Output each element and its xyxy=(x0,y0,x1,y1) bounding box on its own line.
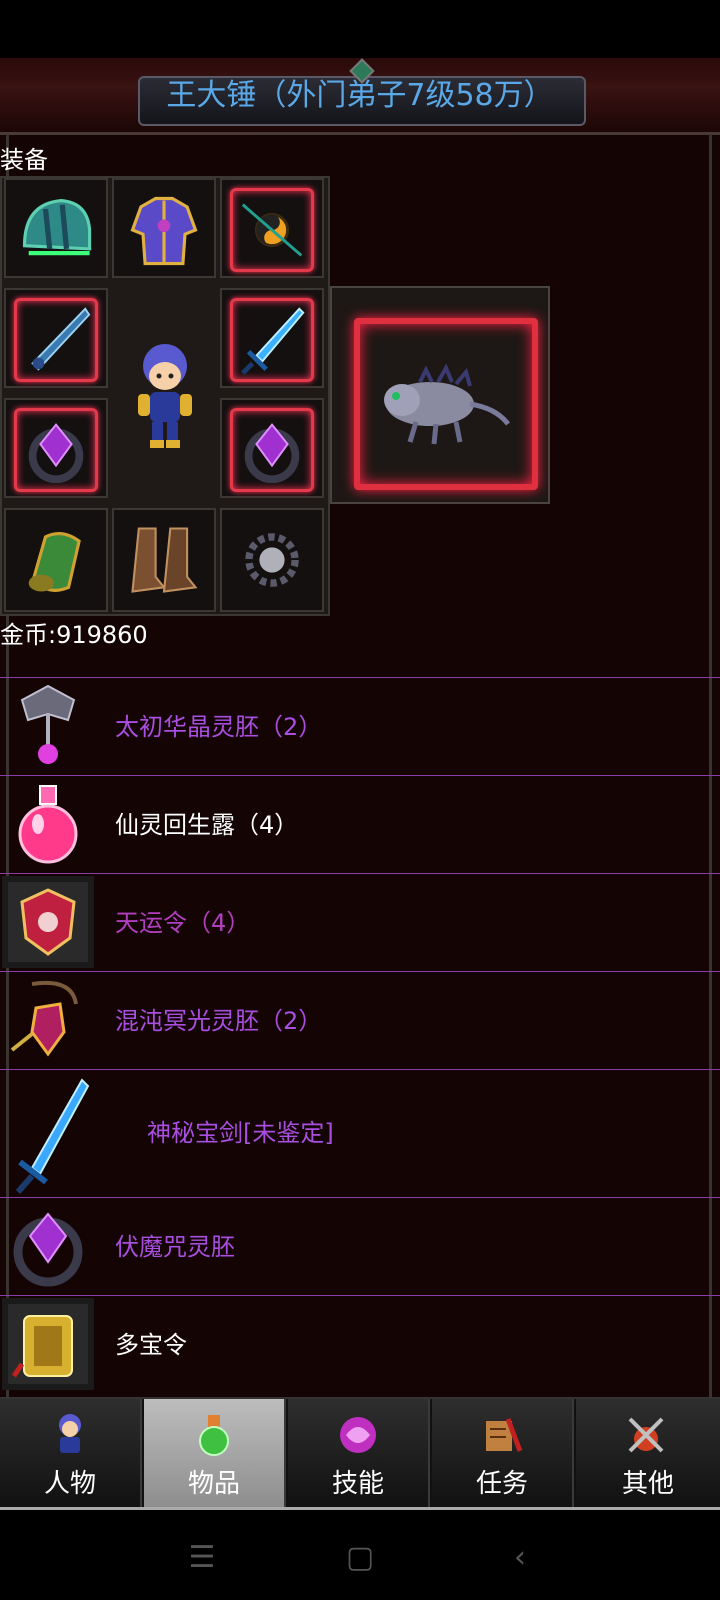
magic-swirl-icon xyxy=(340,1417,376,1453)
list-item[interactable]: 仙灵回生露（4） xyxy=(0,775,720,873)
list-item[interactable]: 太初华晶灵胚（2） xyxy=(0,677,720,775)
item-icon-frame xyxy=(2,876,94,968)
item-name: 太初华晶灵胚（2） xyxy=(115,713,323,741)
tab-quests[interactable]: 任务 xyxy=(432,1399,574,1507)
tab-label: 人物 xyxy=(43,1469,96,1499)
menu-icon[interactable]: ☰ xyxy=(182,1538,222,1578)
blade-weapon-icon xyxy=(14,298,98,382)
fortune-token-icon xyxy=(20,888,76,956)
bead-necklace-icon xyxy=(245,533,299,587)
tab-label: 任务 xyxy=(475,1469,528,1499)
equip-slot-amulet[interactable] xyxy=(220,178,324,278)
list-item[interactable]: 天运令（4） xyxy=(0,873,720,971)
gold-counter: 金币:919860 xyxy=(0,621,148,649)
tab-label: 物品 xyxy=(187,1469,240,1499)
equip-slot-boots[interactable] xyxy=(112,508,216,612)
yin-yang-amulet-icon xyxy=(230,188,314,272)
potion-icon xyxy=(199,1415,229,1456)
character-title: 王大锤（外门弟子7级58万） xyxy=(166,78,554,113)
chaos-embryo-icon xyxy=(10,981,78,1057)
boots-icon xyxy=(131,527,198,593)
robe-armor-icon xyxy=(130,196,198,266)
spirit-embryo-icon xyxy=(20,684,76,764)
tab-character[interactable]: 人物 xyxy=(0,1399,142,1507)
tab-skills[interactable]: 技能 xyxy=(288,1399,430,1507)
quest-scroll-icon xyxy=(486,1418,523,1452)
character-icon xyxy=(59,1414,81,1453)
equip-slot-weapon-left[interactable] xyxy=(4,288,108,388)
demon-ward-embryo-icon xyxy=(13,1212,83,1287)
item-name: 伏魔咒灵胚 xyxy=(115,1233,235,1261)
equip-slot-weapon-right[interactable] xyxy=(220,288,324,388)
list-item[interactable]: 多宝令 xyxy=(0,1295,720,1393)
bracer-icon xyxy=(28,531,81,592)
crossed-weapons-icon xyxy=(628,1417,664,1453)
bottom-tab-bar: 人物 物品 技能 任务 其他 xyxy=(0,1397,720,1511)
list-item[interactable]: 神秘宝剑[未鉴定] xyxy=(0,1069,720,1197)
purple-gem-ring-icon xyxy=(230,408,314,492)
equip-slot-ring-right[interactable] xyxy=(220,398,324,498)
mystery-sword-icon xyxy=(15,1078,90,1194)
equip-slot-necklace[interactable] xyxy=(220,508,324,612)
home-icon[interactable]: ▢ xyxy=(340,1538,380,1578)
list-item[interactable]: 混沌冥光灵胚（2） xyxy=(0,971,720,1069)
treasure-token-icon xyxy=(11,1315,73,1378)
mount-frame xyxy=(354,318,538,490)
game-screen: 王大锤（外门弟子7级58万） 装备 金币:919860 太初华晶灵胚（2） 仙灵… xyxy=(0,0,720,1600)
equip-slot-bracer[interactable] xyxy=(4,508,108,612)
back-icon[interactable]: ‹ xyxy=(500,1538,540,1578)
potion-flask-icon xyxy=(18,785,78,864)
purple-gem-ring-icon xyxy=(14,408,98,492)
tab-label: 技能 xyxy=(331,1469,384,1499)
mount-slot[interactable] xyxy=(330,286,550,504)
item-icon-frame xyxy=(2,1298,94,1390)
item-name: 仙灵回生露（4） xyxy=(115,811,299,839)
item-name: 神秘宝剑[未鉴定] xyxy=(147,1119,334,1147)
list-item[interactable]: 伏魔咒灵胚 xyxy=(0,1197,720,1295)
equip-slot-armor[interactable] xyxy=(112,178,216,278)
tab-label: 其他 xyxy=(621,1469,674,1499)
system-nav-bar: ☰ ▢ ‹ xyxy=(0,1510,720,1600)
item-name: 多宝令 xyxy=(115,1331,187,1359)
helmet-icon xyxy=(22,199,92,256)
equip-slot-helmet[interactable] xyxy=(4,178,108,278)
skeleton-beast-icon xyxy=(384,363,510,445)
item-name: 天运令（4） xyxy=(115,909,251,937)
item-name: 混沌冥光灵胚（2） xyxy=(115,1007,323,1035)
status-bar xyxy=(0,0,720,58)
character-avatar[interactable] xyxy=(130,340,200,450)
sword-icon xyxy=(230,298,314,382)
equipment-label: 装备 xyxy=(0,146,48,174)
tab-items[interactable]: 物品 xyxy=(144,1399,286,1507)
tab-other[interactable]: 其他 xyxy=(576,1399,720,1507)
equip-slot-ring-left[interactable] xyxy=(4,398,108,498)
